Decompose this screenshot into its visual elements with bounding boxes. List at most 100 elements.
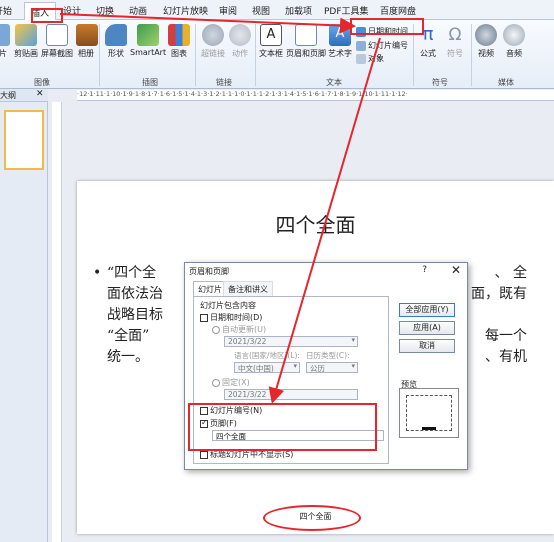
picture-icon [0, 24, 10, 46]
action-button[interactable]: 动作 [229, 24, 251, 59]
smartart-button[interactable]: SmartArt [130, 24, 166, 57]
apply-all-button[interactable]: 全部应用(Y) [399, 303, 455, 317]
apply-button[interactable]: 应用(A) [399, 321, 455, 335]
section-label: 幻灯片包含内容 [200, 301, 256, 310]
tab-insert[interactable]: 插入 [24, 2, 57, 21]
slide-number-checkbox[interactable]: 幻灯片编号(N) [200, 405, 262, 416]
hash-icon [356, 40, 366, 51]
equation-button[interactable]: π 公式 [416, 24, 440, 59]
tab-notes-handouts[interactable]: 备注和讲义 [223, 281, 273, 297]
header-footer-icon [295, 24, 317, 46]
pi-icon: π [422, 24, 434, 45]
group-separator [413, 24, 414, 86]
chevron-down-icon: ▾ [293, 362, 297, 370]
datetime-button[interactable]: 日期和时间 [356, 26, 408, 37]
tab-slide[interactable]: 幻灯片 [193, 281, 227, 297]
textbox-button[interactable]: A 文本框 [258, 24, 284, 59]
hyperlink-button[interactable]: 超链接 [199, 24, 227, 59]
radio-icon [212, 325, 220, 334]
auto-date-select[interactable]: 2021/3/22 ▾ [224, 336, 358, 347]
tab-review[interactable]: 审阅 [219, 4, 237, 17]
bullet-icon: • [93, 265, 102, 281]
album-button[interactable]: 相册 [76, 24, 98, 59]
clipart-button[interactable]: 剪贴画 [12, 24, 40, 59]
wordart-icon: A [329, 24, 351, 46]
group-separator [255, 24, 256, 86]
slide-footer[interactable]: 四个全面 [77, 511, 554, 522]
group-label-image: 图像 [34, 78, 50, 87]
omega-icon: Ω [448, 25, 462, 45]
group-separator [195, 24, 196, 86]
header-footer-button[interactable]: 页眉和页脚 [286, 24, 326, 59]
checkbox-checked-icon: ✓ [200, 417, 208, 428]
close-icon[interactable]: ✕ [36, 89, 44, 99]
footer-text-input[interactable]: 四个全面 [212, 430, 384, 441]
calendar-label: 日历类型(C): [306, 351, 350, 360]
header-footer-dialog: 页眉和页脚 ? ✕ 幻灯片 备注和讲义 幻灯片包含内容 日期和时间(D) 自动更… [184, 262, 468, 470]
screenshot-button[interactable]: 屏幕截图 [40, 24, 74, 59]
slide-title[interactable]: 四个全面 [77, 209, 554, 238]
outline-tab[interactable]: 大纲 [0, 90, 16, 101]
fixed-date-field[interactable]: 2021/3/22 [224, 389, 358, 400]
audio-button[interactable]: 音频 [502, 24, 526, 59]
slide-thumbnail-pane [0, 102, 48, 542]
chevron-down-icon: ▾ [351, 336, 355, 344]
language-label: 语言(国家/地区)(L): [234, 351, 300, 360]
cancel-button[interactable]: 取消 [399, 339, 455, 353]
slide-thumbnail[interactable] [4, 110, 44, 170]
wordart-button[interactable]: A 艺术字 [328, 24, 352, 59]
group-label-link: 链接 [216, 78, 232, 87]
checkbox-icon [200, 313, 208, 322]
tab-baidu-netdisk[interactable]: 百度网盘 [380, 4, 416, 17]
auto-update-radio[interactable]: 自动更新(U) [212, 324, 266, 335]
picture-button[interactable]: 片 [0, 24, 12, 59]
preview-box [399, 388, 459, 438]
symbol-button[interactable]: Ω 符号 [443, 24, 467, 59]
preview-page-outline [406, 395, 452, 431]
chart-button[interactable]: 图表 [168, 24, 190, 59]
tab-animations[interactable]: 动画 [129, 4, 147, 17]
group-label-text: 文本 [326, 78, 342, 87]
slide-options-panel: 幻灯片包含内容 日期和时间(D) 自动更新(U) 2021/3/22 ▾ 语言(国… [193, 296, 389, 464]
object-button[interactable]: 对象 [356, 53, 384, 64]
chevron-down-icon: ▾ [351, 362, 355, 370]
tab-design[interactable]: 设计 [63, 4, 81, 17]
tab-addins[interactable]: 加载项 [285, 4, 312, 17]
tab-view[interactable]: 视图 [252, 4, 270, 17]
screenshot-icon [46, 24, 68, 46]
horizontal-ruler: ·12·1·11·1·10·1·9·1·8·1·7·1·6·1·5·1·4·1·… [77, 90, 554, 101]
tab-transitions[interactable]: 切换 [96, 4, 114, 17]
calendar-select[interactable]: 公历 ▾ [306, 362, 358, 373]
smartart-icon [137, 24, 159, 46]
slide-number-button[interactable]: 幻灯片编号 [356, 40, 408, 51]
tab-slideshow[interactable]: 幻灯片放映 [163, 4, 208, 17]
hide-on-title-checkbox[interactable]: 标题幻灯片中不显示(S) [200, 449, 293, 460]
globe-link-icon [202, 24, 224, 46]
object-icon [356, 53, 366, 64]
fixed-radio[interactable]: 固定(X) [212, 377, 250, 388]
textbox-icon: A [260, 24, 282, 46]
group-label-media: 媒体 [498, 78, 514, 87]
tab-pdf-tools[interactable]: PDF工具集 [324, 4, 369, 17]
help-icon[interactable]: ? [422, 265, 427, 275]
calendar-icon [356, 26, 366, 37]
language-select[interactable]: 中文(中国) ▾ [234, 362, 300, 373]
body-line-right: 面，既有 [471, 286, 527, 302]
video-button[interactable]: 视频 [474, 24, 498, 59]
body-line-right: 、 全 [494, 265, 527, 281]
checkbox-icon [200, 406, 208, 415]
dialog-close-icon[interactable]: ✕ [451, 263, 461, 277]
outline-pane-header: 大纲 ✕ [0, 89, 48, 102]
shapes-button[interactable]: 形状 [104, 24, 128, 59]
bar-chart-icon [168, 24, 190, 46]
group-label-symbol: 符号 [432, 78, 448, 87]
body-line-right: 、有机 [485, 349, 527, 365]
clipart-icon [15, 24, 37, 46]
group-separator [471, 24, 472, 86]
footer-checkbox[interactable]: ✓ 页脚(F) [200, 418, 237, 429]
group-separator [99, 24, 100, 86]
datetime-checkbox[interactable]: 日期和时间(D) [200, 312, 262, 323]
checkbox-icon [200, 450, 208, 459]
speaker-icon [503, 24, 525, 46]
tab-home[interactable]: 开始 [0, 4, 12, 17]
